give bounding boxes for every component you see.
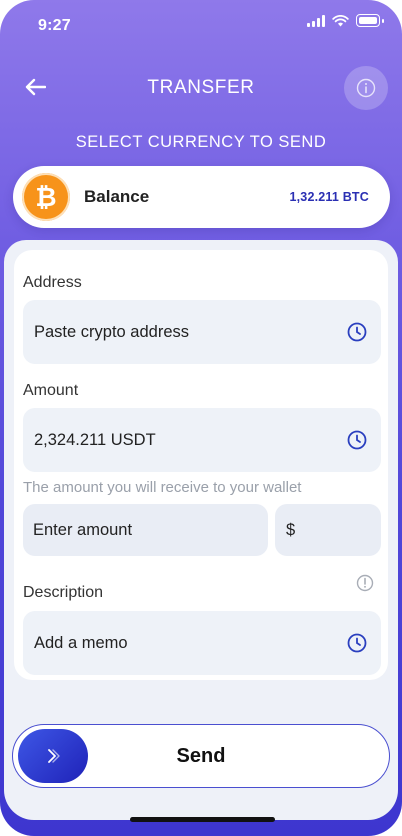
clock-icon[interactable] [347, 322, 367, 342]
signal-icon [307, 14, 325, 27]
info-button[interactable] [344, 66, 388, 110]
send-label: Send [176, 744, 226, 767]
status-time: 9:27 [38, 17, 71, 34]
currency-selector[interactable]: ₿ Balance 1,32.211 BTC [13, 166, 390, 228]
home-indicator [130, 817, 275, 822]
status-icons [307, 14, 384, 27]
clock-icon[interactable] [347, 633, 367, 653]
receive-amount-input[interactable]: Enter amount [23, 504, 268, 556]
info-icon [356, 78, 376, 98]
select-currency-heading: SELECT CURRENCY TO SEND [75, 133, 327, 151]
amount-value: 2,324.211 USDT [34, 430, 156, 449]
receive-hint: The amount you will receive to your wall… [23, 479, 302, 496]
transfer-form: Address Paste crypto address Amount 2,32… [14, 250, 388, 680]
amount-field[interactable]: 2,324.211 USDT [23, 408, 381, 472]
balance-value: 1,32.211 BTC [289, 190, 369, 204]
description-placeholder: Add a memo [34, 633, 128, 652]
description-field[interactable]: Add a memo [23, 611, 381, 675]
phone-screen: 9:27 TRANSFER SELECT CURRENCY TO SEND ₿ … [0, 0, 402, 836]
address-label: Address [23, 274, 82, 291]
wifi-icon [332, 14, 349, 26]
battery-icon [356, 14, 380, 27]
currency-select[interactable]: $ [275, 504, 381, 556]
address-placeholder: Paste crypto address [34, 322, 189, 341]
amount-label: Amount [23, 382, 79, 399]
page-title: TRANSFER [147, 77, 255, 98]
transfer-sheet: Address Paste crypto address Amount 2,32… [4, 240, 398, 822]
bitcoin-icon: ₿ [22, 173, 70, 221]
send-slider[interactable]: Send [12, 724, 390, 788]
clock-icon[interactable] [347, 430, 367, 450]
address-field[interactable]: Paste crypto address [23, 300, 381, 364]
balance-label: Balance [84, 187, 150, 206]
info-icon[interactable] [356, 574, 374, 592]
description-label: Description [23, 584, 104, 601]
